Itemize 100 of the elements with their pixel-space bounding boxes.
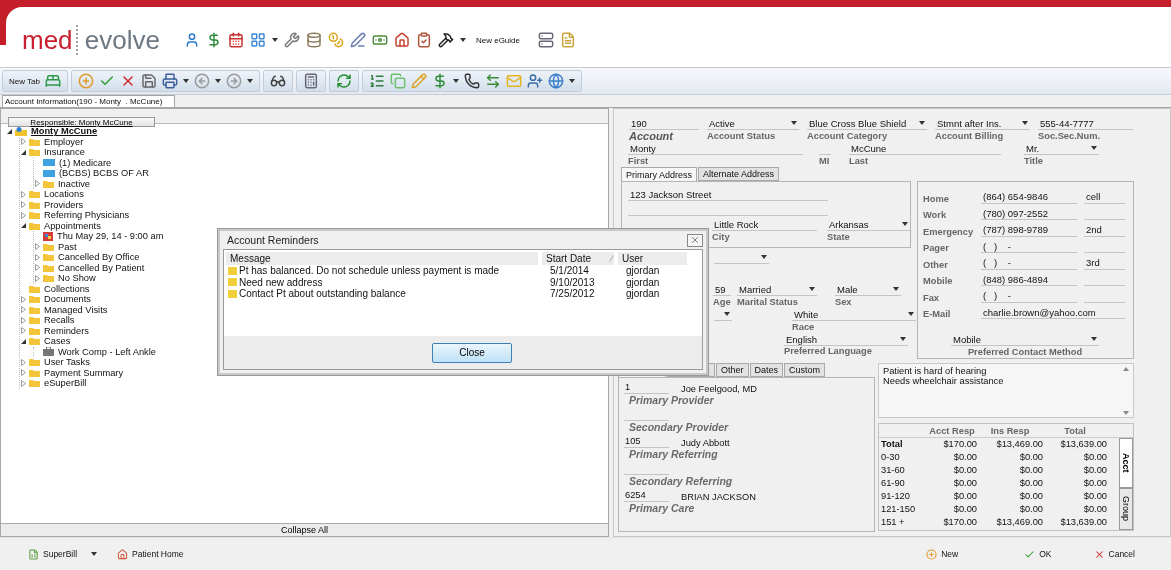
caret-icon[interactable] [809, 287, 815, 291]
tree-item[interactable]: Work Comp - Left Ankle [58, 346, 156, 357]
text-field[interactable]: ( ) - [981, 256, 1077, 270]
tree-item[interactable]: Appointments [44, 220, 101, 231]
text-field[interactable]: (780) 097-2552 [981, 207, 1077, 220]
database-icon[interactable] [305, 32, 322, 48]
text-field[interactable]: 123 Jackson Street [628, 188, 828, 201]
tree-item[interactable]: Reminders [44, 325, 89, 336]
caret-icon[interactable] [919, 121, 925, 125]
dropdown[interactable]: Mobile [951, 333, 1099, 346]
add-icon[interactable] [926, 548, 938, 560]
dropdown[interactable]: Male [835, 283, 901, 296]
caret-icon[interactable] [1022, 121, 1028, 125]
provider-tab[interactable]: Dates [749, 363, 784, 377]
tree-item[interactable]: Managed Visits [44, 304, 108, 315]
tree-item[interactable]: eSuperBill [44, 378, 87, 389]
tree-item[interactable]: Documents [44, 294, 92, 305]
dropdown[interactable]: White [792, 308, 916, 321]
swap-icon[interactable] [485, 73, 501, 89]
server-icon[interactable] [538, 32, 554, 48]
footer-button[interactable]: New [926, 548, 959, 560]
tree-item[interactable]: Providers [44, 199, 84, 210]
text-field[interactable]: charlie.brown@yahoo.com [981, 306, 1125, 319]
footer-button[interactable]: SuperBill [28, 548, 78, 560]
tree-item[interactable]: Cancelled By Patient [58, 262, 145, 273]
dropdown[interactable]: Married [737, 283, 817, 296]
tree-item[interactable]: (BCBS) BCBS OF AR [59, 168, 149, 179]
dropdown[interactable]: Active [707, 117, 799, 130]
text-field[interactable]: 105 [624, 436, 669, 448]
cross-icon[interactable] [120, 73, 136, 89]
expander-icon[interactable] [20, 148, 27, 156]
calendar-icon[interactable] [227, 32, 244, 48]
caret-icon[interactable] [271, 38, 278, 42]
text-field[interactable]: (864) 654-9846 [981, 190, 1077, 204]
pencil-icon[interactable] [411, 73, 427, 89]
text-field[interactable]: ( ) - [981, 240, 1077, 253]
caret-icon[interactable] [91, 552, 98, 556]
scrollbar[interactable] [1123, 366, 1129, 416]
caret-icon[interactable] [761, 255, 767, 259]
text-field[interactable]: 1 [624, 382, 669, 394]
text-field[interactable]: 190 [629, 117, 699, 130]
document-icon[interactable] [560, 32, 576, 48]
text-field[interactable]: 6254 [624, 490, 669, 502]
notes-field[interactable]: Patient is hard of hearing Needs wheelchair assistance [878, 363, 1134, 418]
caret-icon[interactable] [908, 312, 914, 316]
text-field[interactable]: (848) 986-4894 [981, 273, 1077, 286]
tree-item[interactable]: Past [58, 241, 77, 252]
tree-item[interactable]: (1) Medicare [59, 157, 112, 168]
caret-icon[interactable] [902, 222, 908, 226]
globe-icon[interactable] [548, 73, 564, 89]
text-field[interactable]: cell [1084, 190, 1125, 204]
caret-icon[interactable] [724, 312, 730, 316]
caret-icon[interactable] [453, 79, 459, 83]
provider-tab[interactable]: Custom [784, 363, 826, 377]
banknote-icon[interactable] [371, 32, 388, 48]
caret-icon[interactable] [900, 337, 906, 341]
refresh-icon[interactable] [336, 73, 352, 89]
caret-icon[interactable] [1091, 146, 1097, 150]
provider-tab[interactable]: Other [716, 363, 749, 377]
tree-item[interactable]: Recalls [44, 315, 75, 326]
caret-icon[interactable] [183, 79, 189, 83]
side-tab[interactable]: Group [1119, 488, 1133, 530]
add-icon[interactable] [78, 73, 94, 89]
save-icon[interactable] [141, 73, 157, 89]
tree-item[interactable]: Thu May 29, 14 - 9:00 am [57, 231, 164, 242]
caret-icon[interactable] [893, 287, 899, 291]
phone-icon[interactable] [464, 73, 480, 89]
expander-icon[interactable] [6, 127, 13, 135]
caret-icon[interactable] [247, 79, 253, 83]
text-field[interactable]: 3rd [1084, 256, 1125, 270]
wrench-icon[interactable] [283, 32, 300, 48]
caret-icon[interactable] [791, 121, 797, 125]
expander-icon[interactable] [20, 222, 27, 230]
dropdown[interactable]: Arkansas [827, 218, 910, 231]
dollar-icon[interactable] [432, 73, 448, 89]
tree-item[interactable]: Collections [44, 283, 90, 294]
new-eguide-link[interactable]: New eGuide [475, 35, 520, 45]
column-header[interactable]: Message [226, 252, 538, 265]
caret-icon[interactable] [459, 38, 466, 42]
tree-item[interactable]: Monty McCune [31, 126, 98, 137]
grid-icon[interactable] [249, 32, 266, 48]
tree-item[interactable]: Locations [44, 189, 84, 200]
footer-button[interactable]: Cancel [1093, 548, 1135, 560]
caret-icon[interactable] [569, 79, 575, 83]
text-field[interactable]: (787) 898-9789 [981, 223, 1077, 237]
tree-item[interactable]: Insurance [44, 147, 85, 158]
collapse-all-button[interactable]: Collapse All [1, 523, 608, 536]
bed-icon[interactable] [45, 73, 61, 89]
add-user-icon[interactable] [527, 73, 543, 89]
clipboard-icon[interactable] [415, 32, 432, 48]
footer-button[interactable]: OK [1024, 548, 1052, 560]
side-tab[interactable]: Acct [1119, 438, 1133, 488]
back-icon[interactable] [194, 73, 210, 89]
tree-item[interactable]: Payment Summary [44, 367, 124, 378]
column-header[interactable]: Start Date [542, 252, 614, 265]
calculator-icon[interactable] [303, 73, 319, 89]
column-header[interactable]: User [618, 252, 687, 265]
responsible-button[interactable]: Responsible: Monty McCune [8, 117, 155, 127]
text-field[interactable]: 59 [713, 283, 731, 296]
forward-icon[interactable] [226, 73, 242, 89]
